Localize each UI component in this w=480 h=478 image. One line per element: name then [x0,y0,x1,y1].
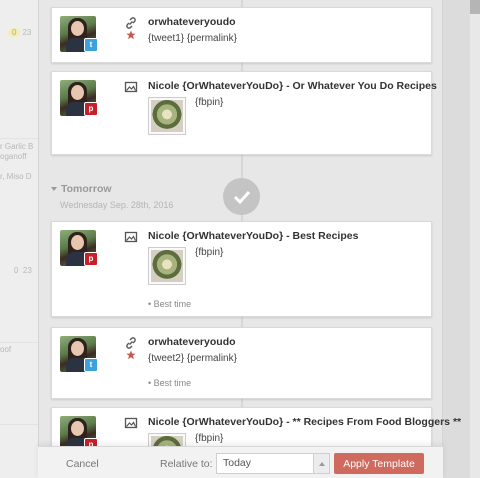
post-author: orwhateveryoudo [148,336,236,348]
post-text: {fbpin} [195,433,224,444]
select-arrow-icon[interactable] [313,453,330,474]
pinterest-icon: p [84,252,98,266]
post-author: Nicole {OrWhateverYouDo} - Best Recipes [148,230,359,242]
checkmark-icon [223,178,260,215]
background-snippet: r, Miso D [0,172,32,181]
pin-image-thumbnail [148,97,186,135]
background-snippet: oof [0,345,12,354]
twitter-icon: t [84,358,98,372]
image-icon [124,417,138,429]
caret-down-icon [51,187,57,192]
link-icon [126,17,136,29]
best-time-note: • Best time [148,378,192,388]
background-count-chip: 0 23 [14,266,32,275]
scrollbar-thumb[interactable] [470,0,480,14]
post-card[interactable]: p Nicole {OrWhateverYouDo} - Best Recipe… [51,221,432,317]
post-card[interactable]: t orwhateveryoudo {tweet2} {permalink} •… [51,327,432,399]
background-scrollbar[interactable] [470,0,480,478]
day-date: Wednesday Sep. 28th, 2016 [60,200,174,210]
post-text: {tweet1} {permalink} [148,33,237,44]
template-preview-panel: t orwhateveryoudo {tweet1} {permalink} p… [38,0,461,478]
post-text: {tweet2} {permalink} [148,353,237,364]
twitter-icon: t [84,38,98,52]
post-text: {fbpin} [195,97,224,108]
relative-to-value: Today [223,457,252,469]
best-time-note: • Best time [148,299,192,309]
pinterest-icon: p [84,102,98,116]
image-icon [124,81,138,93]
post-author: orwhateveryoudo [148,16,236,28]
star-icon [126,350,136,360]
relative-to-select[interactable]: Today [216,453,330,474]
day-header: Tomorrow [51,183,112,195]
post-author: Nicole {OrWhateverYouDo} - ** Recipes Fr… [148,416,462,428]
relative-to-label: Relative to: [160,458,213,470]
pin-image-thumbnail [148,247,186,285]
link-icon [126,337,136,349]
star-icon [126,30,136,40]
image-icon [124,231,138,243]
post-card[interactable]: p Nicole {OrWhateverYouDo} - Or Whatever… [51,71,437,155]
apply-template-button[interactable]: Apply Template [334,453,424,474]
template-footer: Cancel Relative to: Today Apply Template [38,446,443,478]
cancel-button[interactable]: Cancel [66,458,99,470]
post-author: Nicole {OrWhateverYouDo} - Or Whatever Y… [148,80,437,92]
background-snippet: oganoff [0,152,27,161]
background-snippet: r Garlic B [0,142,34,151]
post-text: {fbpin} [195,247,224,258]
post-card[interactable]: t orwhateveryoudo {tweet1} {permalink} [51,7,432,63]
background-count-chip: 0 23 [8,28,31,37]
